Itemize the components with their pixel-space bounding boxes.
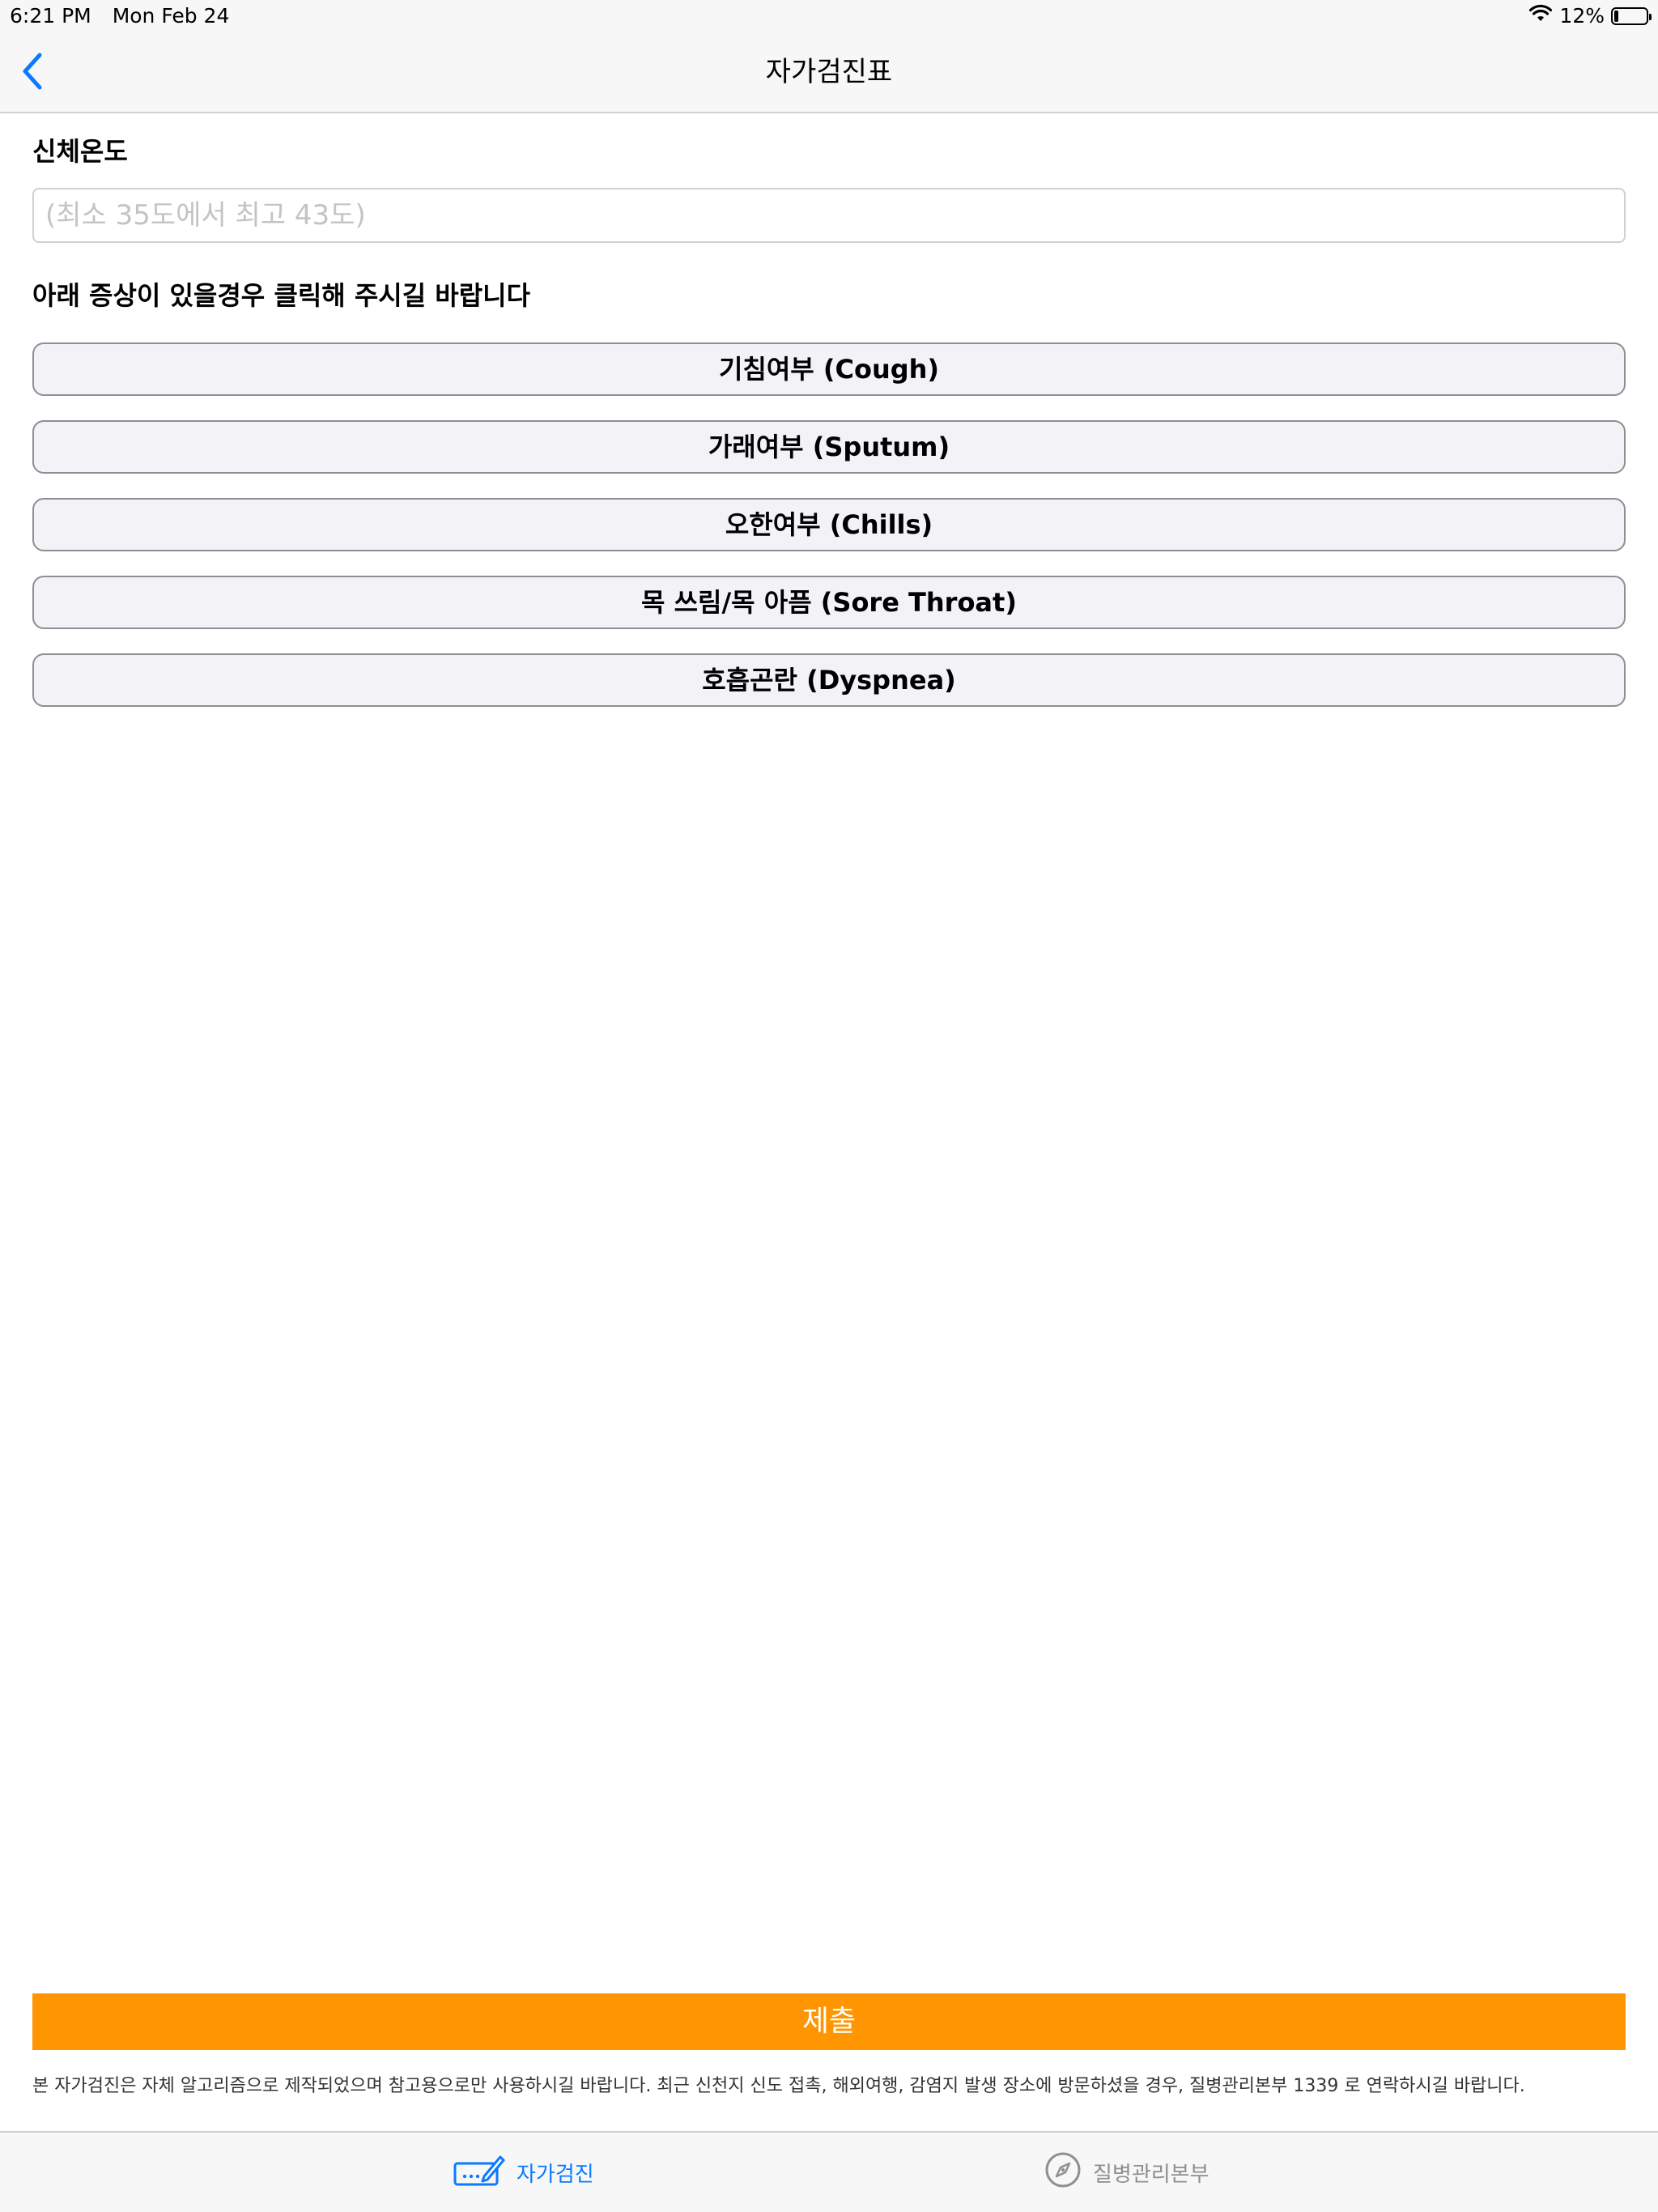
chills-button[interactable]: 오한여부 (Chills): [32, 498, 1626, 551]
status-left: 6:21 PM Mon Feb 24: [10, 0, 244, 32]
tab-kcdc[interactable]: 질병관리본부: [1044, 2133, 1209, 2212]
battery-percent: 12%: [1559, 4, 1605, 28]
status-bar: 6:21 PM Mon Feb 24 12%: [0, 0, 1658, 32]
sore-throat-button[interactable]: 목 쓰림/목 아픔 (Sore Throat): [32, 576, 1626, 629]
screen: 6:21 PM Mon Feb 24 12% 자가검진표 신체온도 (최소 35…: [0, 0, 1658, 2212]
battery-level: [1614, 11, 1618, 22]
status-time: 6:21 PM: [10, 4, 91, 28]
status-right: 12%: [1528, 0, 1652, 32]
sputum-button[interactable]: 가래여부 (Sputum): [32, 420, 1626, 474]
temperature-label: 신체온도: [32, 136, 128, 167]
status-date: Mon Feb 24: [112, 4, 230, 28]
navigation-bar: 자가검진표: [0, 32, 1658, 113]
submit-button[interactable]: 제출: [32, 1993, 1626, 2050]
tab-bar: 자가검진 질병관리본부: [0, 2131, 1658, 2212]
battery-icon: [1611, 7, 1652, 25]
dyspnea-button[interactable]: 호흡곤란 (Dyspnea): [32, 653, 1626, 707]
tab-self-check[interactable]: 자가검진: [453, 2133, 594, 2212]
disclaimer-text: 본 자가검진은 자체 알고리즘으로 제작되었으며 참고용으로만 사용하시길 바랍…: [32, 2076, 1525, 2096]
tab-self-check-label: 자가검진: [517, 2162, 594, 2187]
temperature-input[interactable]: [32, 188, 1626, 243]
compass-icon: [1044, 2151, 1082, 2194]
page-title: 자가검진표: [765, 56, 893, 88]
wifi-icon: [1528, 0, 1553, 32]
cough-button[interactable]: 기침여부 (Cough): [32, 342, 1626, 396]
symptom-list: 기침여부 (Cough) 가래여부 (Sputum) 오한여부 (Chills)…: [32, 342, 1626, 731]
self-check-icon: [453, 2152, 505, 2193]
symptom-prompt: 아래 증상이 있을경우 클릭해 주시길 바랍니다: [32, 280, 531, 311]
tab-kcdc-label: 질병관리본부: [1093, 2162, 1209, 2187]
